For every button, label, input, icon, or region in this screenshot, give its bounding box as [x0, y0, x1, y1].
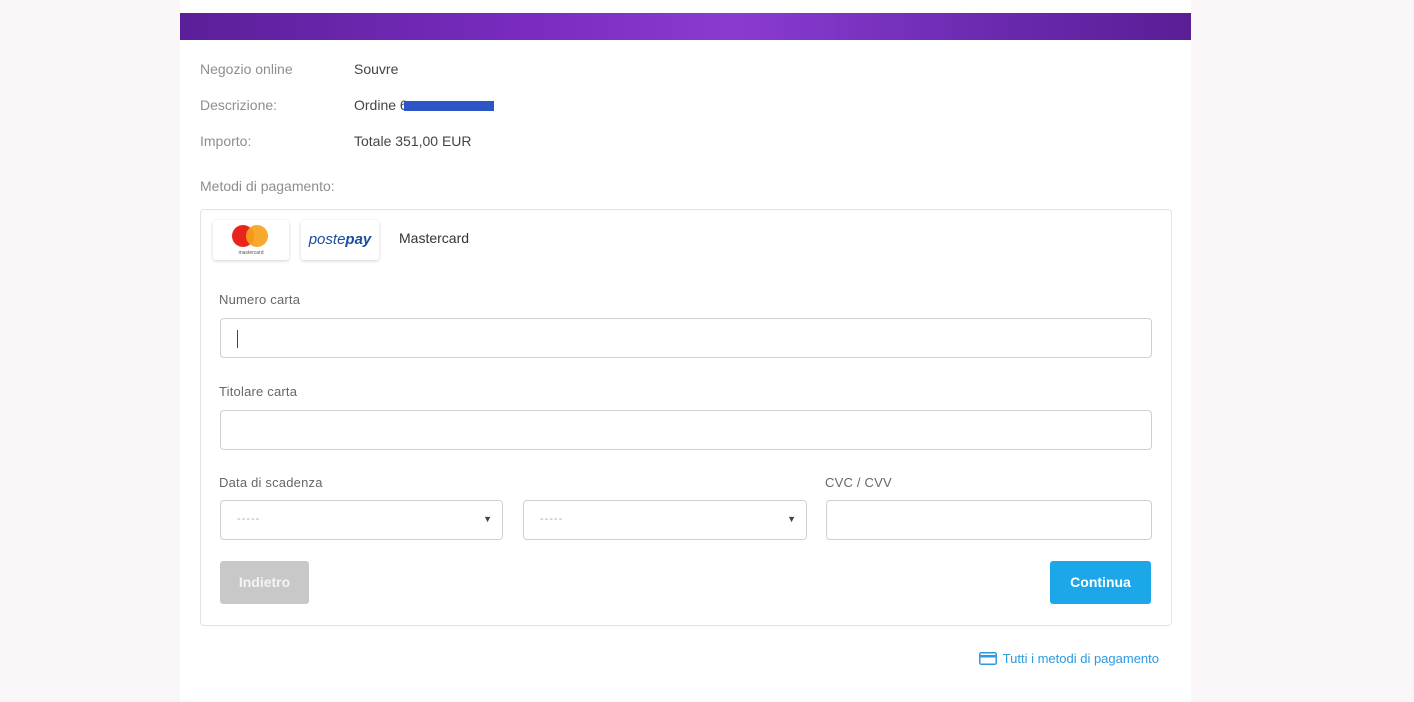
expiry-year-value: ----- — [540, 513, 564, 525]
postepay-text-bold: pay — [345, 231, 372, 248]
card-number-input[interactable] — [220, 318, 1152, 358]
card-number-label: Numero carta — [219, 292, 301, 307]
continue-button[interactable]: Continua — [1050, 561, 1151, 604]
mastercard-logo-caption: mastercard — [238, 250, 264, 256]
cvc-label: CVC / CVV — [825, 475, 892, 490]
payment-page: Negozio online Souvre Descrizione: Ordin… — [180, 0, 1191, 702]
expiry-month-select[interactable]: ----- ▼ — [220, 500, 503, 540]
header-banner — [180, 13, 1191, 40]
expiry-label: Data di scadenza — [219, 475, 323, 490]
text-caret — [237, 330, 238, 348]
description-value-wrap: Ordine 6 — [354, 95, 494, 115]
cvc-input[interactable] — [826, 500, 1152, 540]
mastercard-orange-circle — [246, 225, 268, 247]
credit-card-icon — [978, 652, 997, 665]
amount-value: Totale 351,00 EUR — [354, 133, 472, 149]
postepay-text-light: poste — [308, 231, 346, 248]
amount-label: Importo: — [200, 133, 252, 149]
payment-methods-title: Metodi di pagamento: — [200, 178, 335, 194]
chevron-down-icon: ▼ — [483, 514, 492, 524]
postepay-logo-icon[interactable]: postepay — [301, 220, 379, 260]
back-button[interactable]: Indietro — [220, 561, 309, 604]
all-payment-methods-link[interactable]: Tutti i metodi di pagamento — [978, 651, 1159, 666]
mastercard-logo-icon[interactable]: mastercard — [213, 220, 289, 260]
cardholder-label: Titolare carta — [219, 384, 298, 399]
shop-value: Souvre — [354, 61, 399, 77]
description-value: Ordine 6 — [354, 97, 408, 113]
payment-form-card: mastercard postepay Mastercard Numero ca… — [200, 209, 1172, 626]
all-payment-methods-label: Tutti i metodi di pagamento — [1002, 651, 1159, 666]
selected-brand-name: Mastercard — [399, 230, 470, 246]
shop-label: Negozio online — [200, 61, 293, 77]
cardholder-input[interactable] — [220, 410, 1152, 450]
expiry-year-select[interactable]: ----- ▼ — [523, 500, 807, 540]
expiry-month-value: ----- — [237, 513, 261, 525]
chevron-down-icon: ▼ — [787, 514, 796, 524]
redaction-bar — [403, 101, 494, 112]
credit-card-icon-svg — [978, 652, 997, 665]
description-label: Descrizione: — [200, 97, 278, 113]
